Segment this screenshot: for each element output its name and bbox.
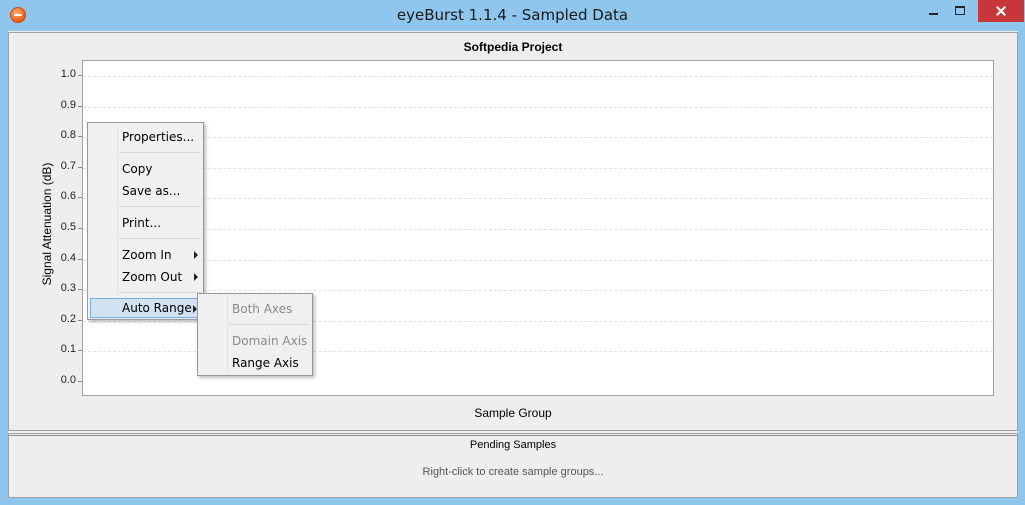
menu-item-label: Copy	[122, 162, 153, 176]
gridline	[83, 76, 993, 77]
submenu-item-domain-axis[interactable]: Domain Axis	[200, 331, 310, 351]
maximize-button[interactable]	[946, 0, 974, 22]
menu-item-label: Properties...	[122, 130, 195, 144]
menu-separator	[229, 324, 310, 325]
menu-item-label: Save as...	[122, 184, 181, 198]
menu-item-auto-range[interactable]: Auto Range	[90, 298, 201, 318]
menu-item-label: Zoom In	[122, 248, 172, 262]
y-tick-label: 0.1	[60, 343, 76, 356]
title-bar: eyeBurst 1.1.4 - Sampled Data	[0, 0, 1025, 31]
y-tick-mark	[78, 166, 82, 168]
y-tick-mark	[78, 381, 82, 382]
y-tick-mark	[78, 197, 82, 199]
pending-samples-panel[interactable]: Pending Samples Right-click to create sa…	[8, 433, 1018, 498]
panel-divider	[9, 435, 1017, 436]
y-tick-label: 0.2	[60, 312, 76, 325]
menu-separator	[119, 238, 201, 239]
y-tick-mark	[78, 136, 82, 138]
menu-separator	[119, 206, 201, 207]
y-tick-mark	[78, 289, 82, 291]
gridline	[83, 106, 993, 108]
y-tick-label: 0.8	[60, 129, 76, 142]
submenu-item-label: Range Axis	[232, 356, 299, 370]
x-axis-label: Sample Group	[474, 406, 552, 420]
menu-item-print[interactable]: Print...	[90, 213, 201, 233]
gridline	[83, 290, 993, 292]
menu-separator	[119, 152, 201, 153]
submenu-arrow-icon	[194, 273, 198, 281]
submenu-item-label: Both Axes	[232, 302, 293, 316]
gridline	[83, 137, 993, 139]
menu-item-zoom-in[interactable]: Zoom In	[90, 245, 201, 265]
auto-range-submenu: Both Axes Domain Axis Range Axis	[197, 293, 313, 376]
y-tick-mark	[78, 105, 82, 107]
chart-title: Softpedia Project	[463, 40, 563, 54]
y-tick-mark	[78, 350, 82, 352]
chart-context-menu: Properties... Copy Save as... Print... Z…	[87, 122, 204, 320]
y-tick-mark	[78, 228, 82, 229]
submenu-item-range-axis[interactable]: Range Axis	[200, 353, 310, 373]
menu-item-label: Auto Range	[122, 301, 192, 315]
submenu-arrow-icon	[194, 251, 198, 259]
menu-item-zoom-out[interactable]: Zoom Out	[90, 267, 201, 287]
close-button[interactable]	[978, 0, 1024, 22]
pending-samples-title: Pending Samples	[469, 439, 557, 451]
gridline	[83, 198, 993, 200]
menu-separator	[119, 292, 201, 293]
minimize-button[interactable]	[918, 0, 948, 22]
pending-samples-hint: Right-click to create sample groups...	[422, 466, 604, 478]
y-tick-mark	[78, 319, 82, 321]
gridline	[83, 259, 993, 261]
y-tick-mark	[78, 258, 82, 260]
submenu-item-both-axes[interactable]: Both Axes	[200, 299, 310, 319]
y-tick-label: 0.0	[60, 374, 76, 386]
gridline	[83, 167, 993, 169]
y-tick-mark	[78, 75, 82, 76]
y-axis-label: Signal Attenuation (dB)	[40, 162, 54, 286]
submenu-item-label: Domain Axis	[232, 334, 308, 348]
y-tick-label: 0.9	[60, 98, 76, 111]
menu-item-label: Print...	[122, 216, 162, 230]
menu-item-label: Zoom Out	[122, 270, 183, 284]
menu-item-copy[interactable]: Copy	[90, 159, 201, 179]
y-tick-label: 1.0	[60, 68, 76, 80]
gridline	[83, 229, 993, 230]
menu-item-save-as[interactable]: Save as...	[90, 181, 201, 201]
menu-item-properties[interactable]: Properties...	[90, 127, 201, 147]
window-title: eyeBurst 1.1.4 - Sampled Data	[396, 6, 629, 24]
